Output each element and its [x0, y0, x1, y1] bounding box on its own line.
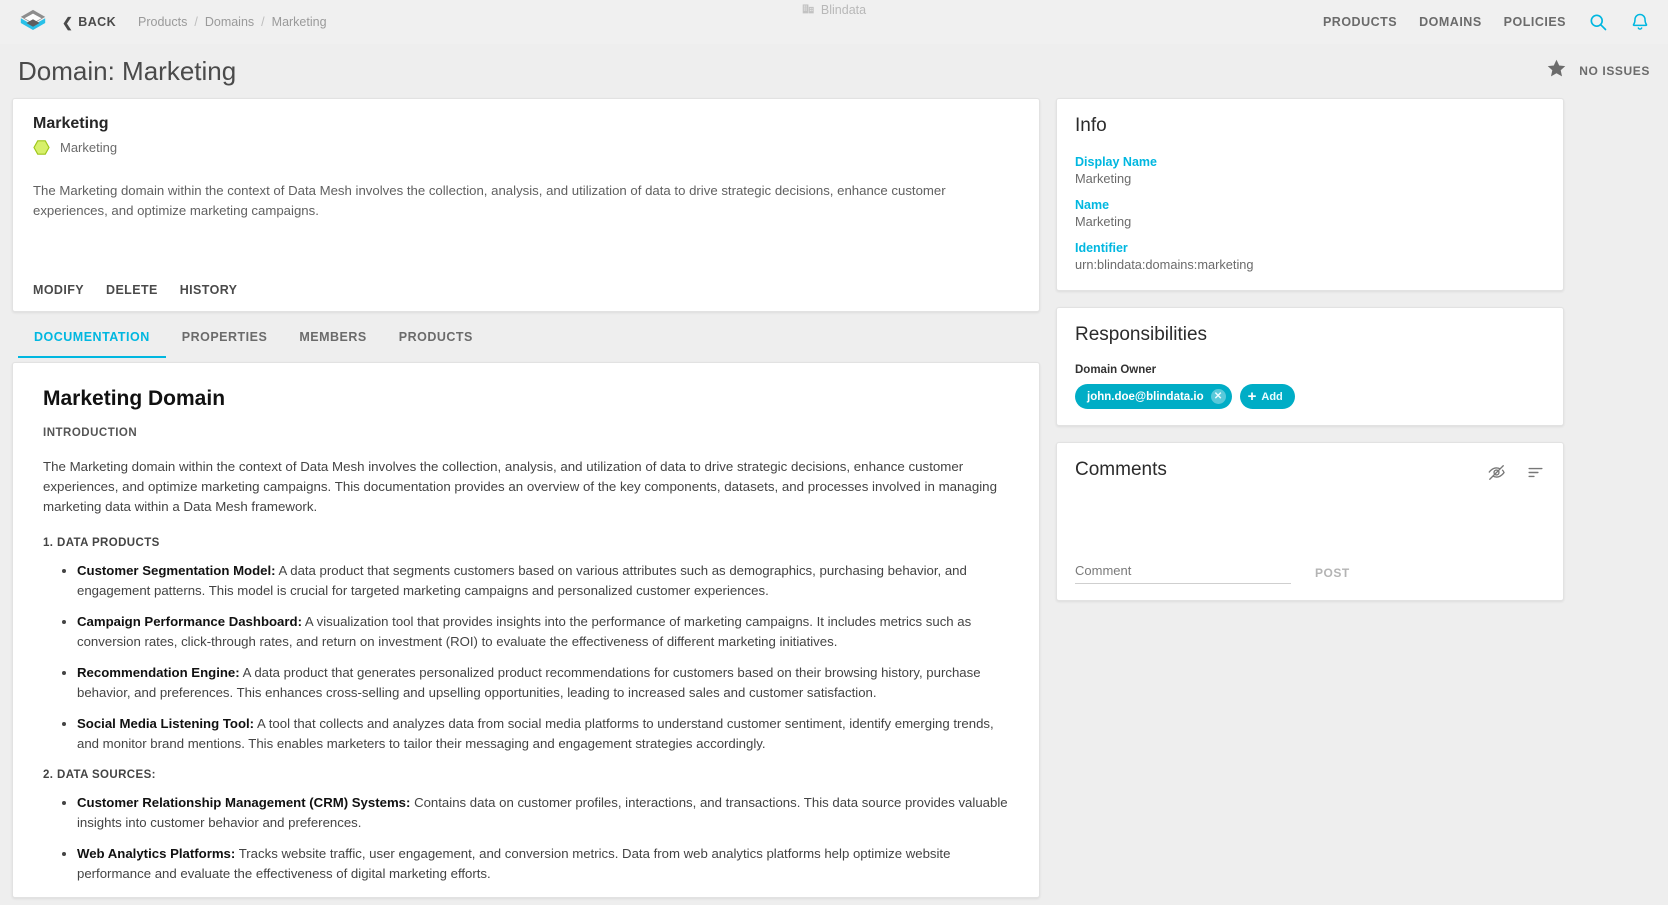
comment-compose-row: POST [1075, 561, 1545, 584]
tenant-label: Blindata [802, 0, 866, 20]
info-card: Info Display Name Marketing Name Marketi… [1056, 98, 1564, 291]
tab-documentation[interactable]: DOCUMENTATION [18, 318, 166, 358]
breadcrumb-item-products[interactable]: Products [138, 15, 187, 29]
history-button[interactable]: HISTORY [180, 283, 238, 297]
domain-type-row: Marketing [33, 140, 1019, 155]
field-label-identifier[interactable]: Identifier [1075, 241, 1545, 255]
list-item: Advertising Platforms: Includes data fro… [77, 895, 1009, 898]
list-item-term: Customer Relationship Management (CRM) S… [77, 795, 411, 810]
tab-products[interactable]: PRODUCTS [383, 318, 489, 358]
domain-type-label: Marketing [60, 140, 118, 155]
breadcrumb: Products / Domains / Marketing [138, 15, 327, 29]
field-value-name: Marketing [1075, 214, 1132, 229]
list-item: Customer Relationship Management (CRM) S… [77, 793, 1009, 832]
domain-summary-card: Marketing Marketing The Marketing domain… [12, 98, 1040, 312]
field-label-name[interactable]: Name [1075, 198, 1545, 212]
breadcrumb-item-marketing[interactable]: Marketing [272, 15, 327, 29]
tenant-name: Blindata [820, 3, 867, 17]
list-item-term: Customer Segmentation Model: [77, 563, 276, 578]
close-icon[interactable]: ✕ [1210, 389, 1226, 404]
field-value-display-name: Marketing [1075, 171, 1132, 186]
building-icon [802, 2, 815, 18]
list-item: Social Media Listening Tool: A tool that… [77, 714, 1009, 753]
eye-off-icon[interactable] [1487, 463, 1506, 487]
documentation-panel: Marketing Domain INTRODUCTION The Market… [12, 362, 1040, 898]
tab-members[interactable]: MEMBERS [283, 318, 382, 358]
documentation-section-label: INTRODUCTION [43, 427, 138, 439]
list-item-text: Includes data from advertising campaigns… [77, 897, 968, 898]
top-bar: ❮ BACK Products / Domains / Marketing Bl… [0, 0, 1668, 44]
responsibilities-title: Responsibilities [1075, 324, 1208, 345]
add-button-label: Add [1261, 390, 1283, 403]
star-icon [1546, 58, 1567, 84]
documentation-heading: Marketing Domain [43, 387, 226, 410]
hexagon-icon [33, 140, 50, 155]
back-button-label: BACK [78, 15, 117, 29]
owner-chip-label: john.doe@blindata.io [1087, 390, 1204, 403]
plus-icon: + [1247, 388, 1257, 405]
list-item: Customer Segmentation Model: A data prod… [77, 561, 1009, 600]
top-navigation: PRODUCTS DOMAINS POLICIES [1323, 12, 1650, 32]
list-item: Campaign Performance Dashboard: A visual… [77, 612, 1009, 651]
page-header: Domain: Marketing NO ISSUES [0, 44, 1668, 98]
comments-card: Comments Comment POST [1056, 442, 1564, 601]
list-item: Web Analytics Platforms: Tracks website … [77, 844, 1009, 883]
breadcrumb-item-domains[interactable]: Domains [205, 15, 254, 29]
issues-label: NO ISSUES [1579, 64, 1650, 78]
delete-button[interactable]: DELETE [106, 283, 158, 297]
responsibilities-card: Responsibilities Domain Owner john.doe@b… [1056, 307, 1564, 426]
field-label-display-name[interactable]: Display Name [1075, 155, 1545, 169]
domain-name: Marketing [33, 115, 109, 132]
post-comment-button[interactable]: POST [1315, 566, 1350, 584]
add-responsibility-button[interactable]: + Add [1239, 384, 1295, 409]
modify-button[interactable]: MODIFY [33, 283, 84, 297]
list-item: Recommendation Engine: A data product th… [77, 663, 1009, 702]
list-item-term: Campaign Performance Dashboard: [77, 614, 302, 629]
comments-list [1075, 499, 1545, 561]
sort-icon[interactable] [1526, 463, 1545, 487]
left-column: Marketing Marketing The Marketing domain… [12, 98, 1040, 898]
blindata-logo-icon[interactable] [18, 7, 48, 37]
list-item-term: Web Analytics Platforms: [77, 846, 236, 861]
owner-chip: john.doe@blindata.io ✕ [1075, 384, 1232, 409]
comments-header: Comments [1075, 459, 1545, 499]
issues-indicator[interactable]: NO ISSUES [1546, 58, 1650, 84]
breadcrumb-separator: / [261, 15, 265, 29]
list-item-term: Recommendation Engine: [77, 665, 240, 680]
search-icon[interactable] [1588, 12, 1608, 32]
documentation-intro: The Marketing domain within the context … [43, 459, 997, 514]
nav-item-products[interactable]: PRODUCTS [1323, 15, 1397, 29]
domain-description: The Marketing domain within the context … [33, 183, 946, 218]
doc-section-title: 2. DATA SOURCES: [43, 769, 156, 781]
responsibility-role-label: Domain Owner [1075, 364, 1157, 376]
comments-header-actions [1487, 459, 1545, 487]
info-title: Info [1075, 115, 1107, 136]
back-button[interactable]: ❮ BACK [62, 15, 116, 29]
nav-item-policies[interactable]: POLICIES [1504, 15, 1566, 29]
field-value-identifier: urn:blindata:domains:marketing [1075, 257, 1254, 272]
bell-icon[interactable] [1630, 12, 1650, 32]
main-layout: Marketing Marketing The Marketing domain… [0, 98, 1668, 898]
comments-title: Comments [1075, 459, 1167, 480]
page-title: Domain: Marketing [18, 55, 237, 86]
chevron-left-icon: ❮ [62, 14, 74, 30]
tab-properties[interactable]: PROPERTIES [166, 318, 284, 358]
list-item-term: Social Media Listening Tool: [77, 716, 255, 731]
doc-section-list: Customer Relationship Management (CRM) S… [43, 793, 1009, 898]
breadcrumb-separator: / [194, 15, 198, 29]
tab-bar: DOCUMENTATION PROPERTIES MEMBERS PRODUCT… [12, 318, 1040, 358]
doc-section-list: Customer Segmentation Model: A data prod… [43, 561, 1009, 753]
right-column: Info Display Name Marketing Name Marketi… [1056, 98, 1564, 617]
list-item-term: Advertising Platforms: [77, 897, 218, 898]
doc-section-title: 1. DATA PRODUCTS [43, 537, 160, 549]
responsibility-chips: john.doe@blindata.io ✕ + Add [1075, 384, 1545, 409]
nav-item-domains[interactable]: DOMAINS [1419, 15, 1482, 29]
comment-input[interactable] [1075, 561, 1291, 584]
domain-actions: MODIFY DELETE HISTORY [33, 283, 237, 297]
